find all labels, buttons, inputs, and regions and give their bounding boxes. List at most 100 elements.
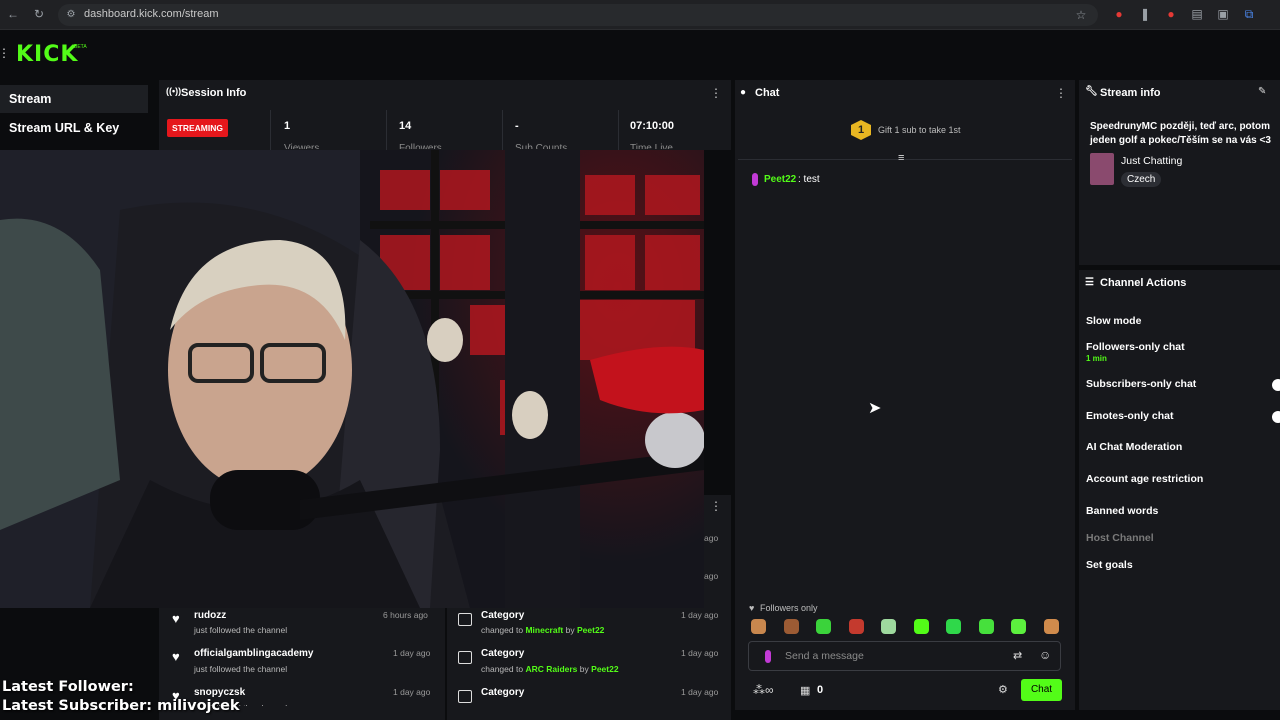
bookmark-star-icon[interactable]: ☆ (1074, 8, 1088, 22)
chat-username[interactable]: Peet22 (764, 174, 796, 185)
subscribers-only-action[interactable]: Subscribers-only chat (1086, 378, 1196, 390)
follower-name: snopyczsk (194, 687, 246, 698)
follower-time: 6 hours ago (383, 610, 428, 620)
category-icon (458, 690, 472, 703)
follower-action: just followed the channel (194, 664, 288, 674)
reload-icon[interactable]: ↻ (32, 7, 46, 21)
store-icon: ▦ (800, 685, 811, 697)
extension-icon[interactable]: ❚ (1138, 7, 1152, 21)
kick-logo[interactable]: KICK (16, 42, 78, 67)
activity-time: ago (704, 533, 719, 543)
follower-time: 1 day ago (393, 687, 431, 697)
emote-icon[interactable] (816, 619, 831, 634)
stream-title-text: SpeedrunyMC později, teď arc, potom jede… (1090, 121, 1271, 146)
banned-words-action[interactable]: Banned words (1086, 505, 1158, 517)
divider (270, 110, 271, 150)
divider (502, 110, 503, 150)
address-bar[interactable]: ⚙ dashboard.kick.com/stream ☆ (58, 4, 1098, 26)
more-options-icon[interactable]: ⋮ (710, 499, 722, 513)
site-settings-icon[interactable]: ⚙ (64, 8, 78, 22)
gear-icon[interactable]: ⚙ (998, 683, 1008, 696)
sidebar-item-stream-url-key[interactable]: Stream URL & Key (0, 114, 148, 142)
event-time: 1 day ago (681, 687, 719, 697)
pinned-collapse-icon[interactable]: ≡ (898, 152, 904, 164)
extension-icon[interactable]: ● (1164, 7, 1178, 21)
activity-time: ago (704, 571, 719, 581)
follower-time: 1 day ago (393, 648, 431, 658)
slow-mode-action[interactable]: Slow mode (1086, 315, 1141, 327)
emotes-only-toggle[interactable] (1272, 411, 1280, 423)
points-count: 0 (817, 684, 824, 696)
webcam-scene (0, 150, 704, 608)
event-time: 1 day ago (681, 648, 719, 658)
latest-subscriber-overlay: Latest Subscriber: milivojcek (2, 698, 240, 714)
followers-count: 14 (399, 120, 412, 132)
more-options-icon[interactable]: ⋮ (710, 86, 722, 100)
translate-icon[interactable]: ⇄ (1013, 649, 1022, 662)
emote-icon[interactable] (946, 619, 961, 634)
sub-count-value: - (515, 120, 519, 132)
menu-icon[interactable]: ⋮ (0, 46, 11, 60)
follower-name: officialgamblingacademy (194, 648, 314, 659)
emote-icon[interactable] (784, 619, 799, 634)
list-icon: ☰ (1085, 277, 1094, 288)
back-icon[interactable]: ← (6, 7, 20, 21)
sidebar-item-stream[interactable]: Stream (0, 85, 148, 113)
followers-only-action[interactable]: Followers-only chat (1086, 341, 1185, 353)
follower-name: rudozz (194, 610, 227, 621)
language-tag: Czech (1121, 172, 1162, 187)
sidebar-item-label: Stream (9, 92, 52, 106)
chat-message-input[interactable]: Send a message ⇄ ☺ (748, 641, 1061, 671)
host-channel-action[interactable]: Host Channel (1086, 532, 1154, 544)
users-infinity-icon[interactable]: ⁂∞ (753, 683, 774, 697)
mic-badge-icon (765, 650, 771, 663)
emote-icon[interactable] (914, 619, 929, 634)
mouse-cursor: ➤ (868, 400, 882, 417)
followers-only-duration: 1 min (1086, 354, 1107, 363)
category-thumbnail (1090, 153, 1114, 185)
extension-icon[interactable]: ● (1112, 7, 1126, 21)
edit-pencil-icon[interactable]: ✎ (1258, 86, 1266, 97)
stream-info-title: Stream info (1100, 87, 1161, 99)
beta-badge: BETA (74, 44, 87, 50)
send-chat-button[interactable]: Chat (1021, 679, 1062, 701)
emote-icon[interactable] (751, 619, 766, 634)
event-detail: changed to ARC Raiders by Peet22 (481, 664, 619, 674)
extensions-puzzle-icon[interactable]: ⧉ (1242, 7, 1256, 21)
emote-icon[interactable] (849, 619, 864, 634)
emote-icon[interactable] (881, 619, 896, 634)
event-title: Category (481, 648, 525, 659)
category-icon (458, 613, 472, 626)
emote-icon[interactable] (1044, 619, 1059, 634)
more-options-icon[interactable]: ⋮ (1055, 86, 1067, 100)
account-age-action[interactable]: Account age restriction (1086, 473, 1203, 485)
heart-icon: ♥ (172, 611, 180, 626)
app-header: ⋮ KICK BETA (0, 30, 1280, 78)
divider (738, 159, 1072, 160)
set-goals-action[interactable]: Set goals (1086, 559, 1133, 571)
event-title: Category (481, 610, 525, 621)
emote-icon[interactable] (979, 619, 994, 634)
channel-actions-panel (1079, 270, 1280, 710)
emote-icon[interactable] (1011, 619, 1026, 634)
chat-input-placeholder: Send a message (785, 650, 864, 662)
webcam-video-overlay (0, 150, 704, 608)
sidebar-item-label: Stream URL & Key (9, 121, 120, 135)
category-icon (458, 651, 472, 664)
channel-actions-title: Channel Actions (1100, 277, 1187, 289)
browser-toolbar: ← ↻ ⚙ dashboard.kick.com/stream ☆ ● ❚ ● … (0, 0, 1280, 30)
time-live-value: 07:10:00 (630, 120, 675, 132)
event-time: 1 day ago (681, 610, 719, 620)
gift-leaderboard-text[interactable]: Gift 1 sub to take 1st (878, 125, 961, 135)
emotes-only-action[interactable]: Emotes-only chat (1086, 410, 1174, 422)
subscribers-only-toggle[interactable] (1272, 379, 1280, 391)
extension-icon[interactable]: ▤ (1190, 7, 1204, 21)
chat-message-text: : test (798, 174, 820, 185)
ai-moderation-action[interactable]: AI Chat Moderation (1086, 441, 1182, 453)
latest-follower-overlay: Latest Follower: (2, 679, 134, 695)
extension-icon[interactable]: ▣ (1216, 7, 1230, 21)
emoji-icon[interactable]: ☺ (1039, 648, 1051, 662)
heart-icon: ♥ (749, 603, 755, 613)
url-text[interactable]: dashboard.kick.com/stream (84, 8, 219, 20)
event-detail: changed to Minecraft by Peet22 (481, 625, 605, 635)
